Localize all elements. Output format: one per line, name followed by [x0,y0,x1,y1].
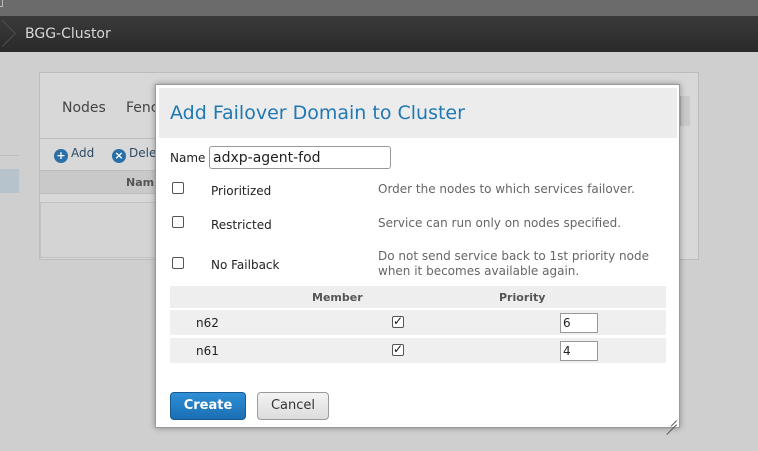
add-label: Add [71,146,95,160]
delete-label: Dele [129,146,157,160]
cluster-name: BGG-Clustor [25,26,111,42]
member-table-header: Member Priority [170,286,666,308]
name-label: Name [170,151,206,165]
name-field[interactable] [209,146,391,169]
corner-mark [0,0,3,7]
priority-column-header: Priority [499,291,546,304]
restricted-checkbox[interactable] [172,216,184,228]
table-row: n61 [170,337,666,363]
panel-edge [680,96,690,126]
priority-input[interactable] [560,313,598,333]
create-button[interactable]: Create [170,392,246,420]
prioritized-label: Prioritized [211,184,272,198]
resize-grip-icon[interactable] [665,413,677,425]
dialog-title: Add Failover Domain to Cluster [170,102,465,124]
restricted-label: Restricted [211,218,272,232]
member-column-header: Member [312,291,363,304]
dialog-header: Add Failover Domain to Cluster [159,88,677,138]
breadcrumb-chevron-icon [0,16,14,52]
node-name: n61 [196,344,219,358]
restricted-description: Service can run only on nodes specified. [378,216,622,230]
name-column-header[interactable]: Nam [126,176,154,189]
priority-input[interactable] [560,341,598,361]
prioritized-checkbox[interactable] [172,182,184,194]
top-strip [0,0,758,16]
left-selected-item[interactable] [0,169,19,193]
tab-fence[interactable]: Fenc [126,100,158,116]
node-name: n62 [196,316,219,330]
no-failback-label: No Failback [211,258,280,272]
member-checkbox[interactable] [392,314,404,328]
no-failback-checkbox[interactable] [172,257,184,269]
member-checkbox[interactable] [392,342,404,356]
title-bar: BGG-Clustor [0,16,758,52]
no-failback-description: Do not send service back to 1st priority… [378,249,649,278]
tab-nodes[interactable]: Nodes [62,100,106,116]
cancel-button[interactable]: Cancel [257,392,329,420]
prioritized-description: Order the nodes to which services failov… [378,182,635,196]
delete-button[interactable]: × Dele [112,146,156,163]
add-failover-domain-dialog: Add Failover Domain to Cluster Name Prio… [155,84,680,428]
plus-icon: + [54,149,68,163]
table-row: n62 [170,309,666,335]
close-icon: × [112,149,126,163]
add-button[interactable]: + Add [54,146,94,163]
left-divider [0,155,19,156]
